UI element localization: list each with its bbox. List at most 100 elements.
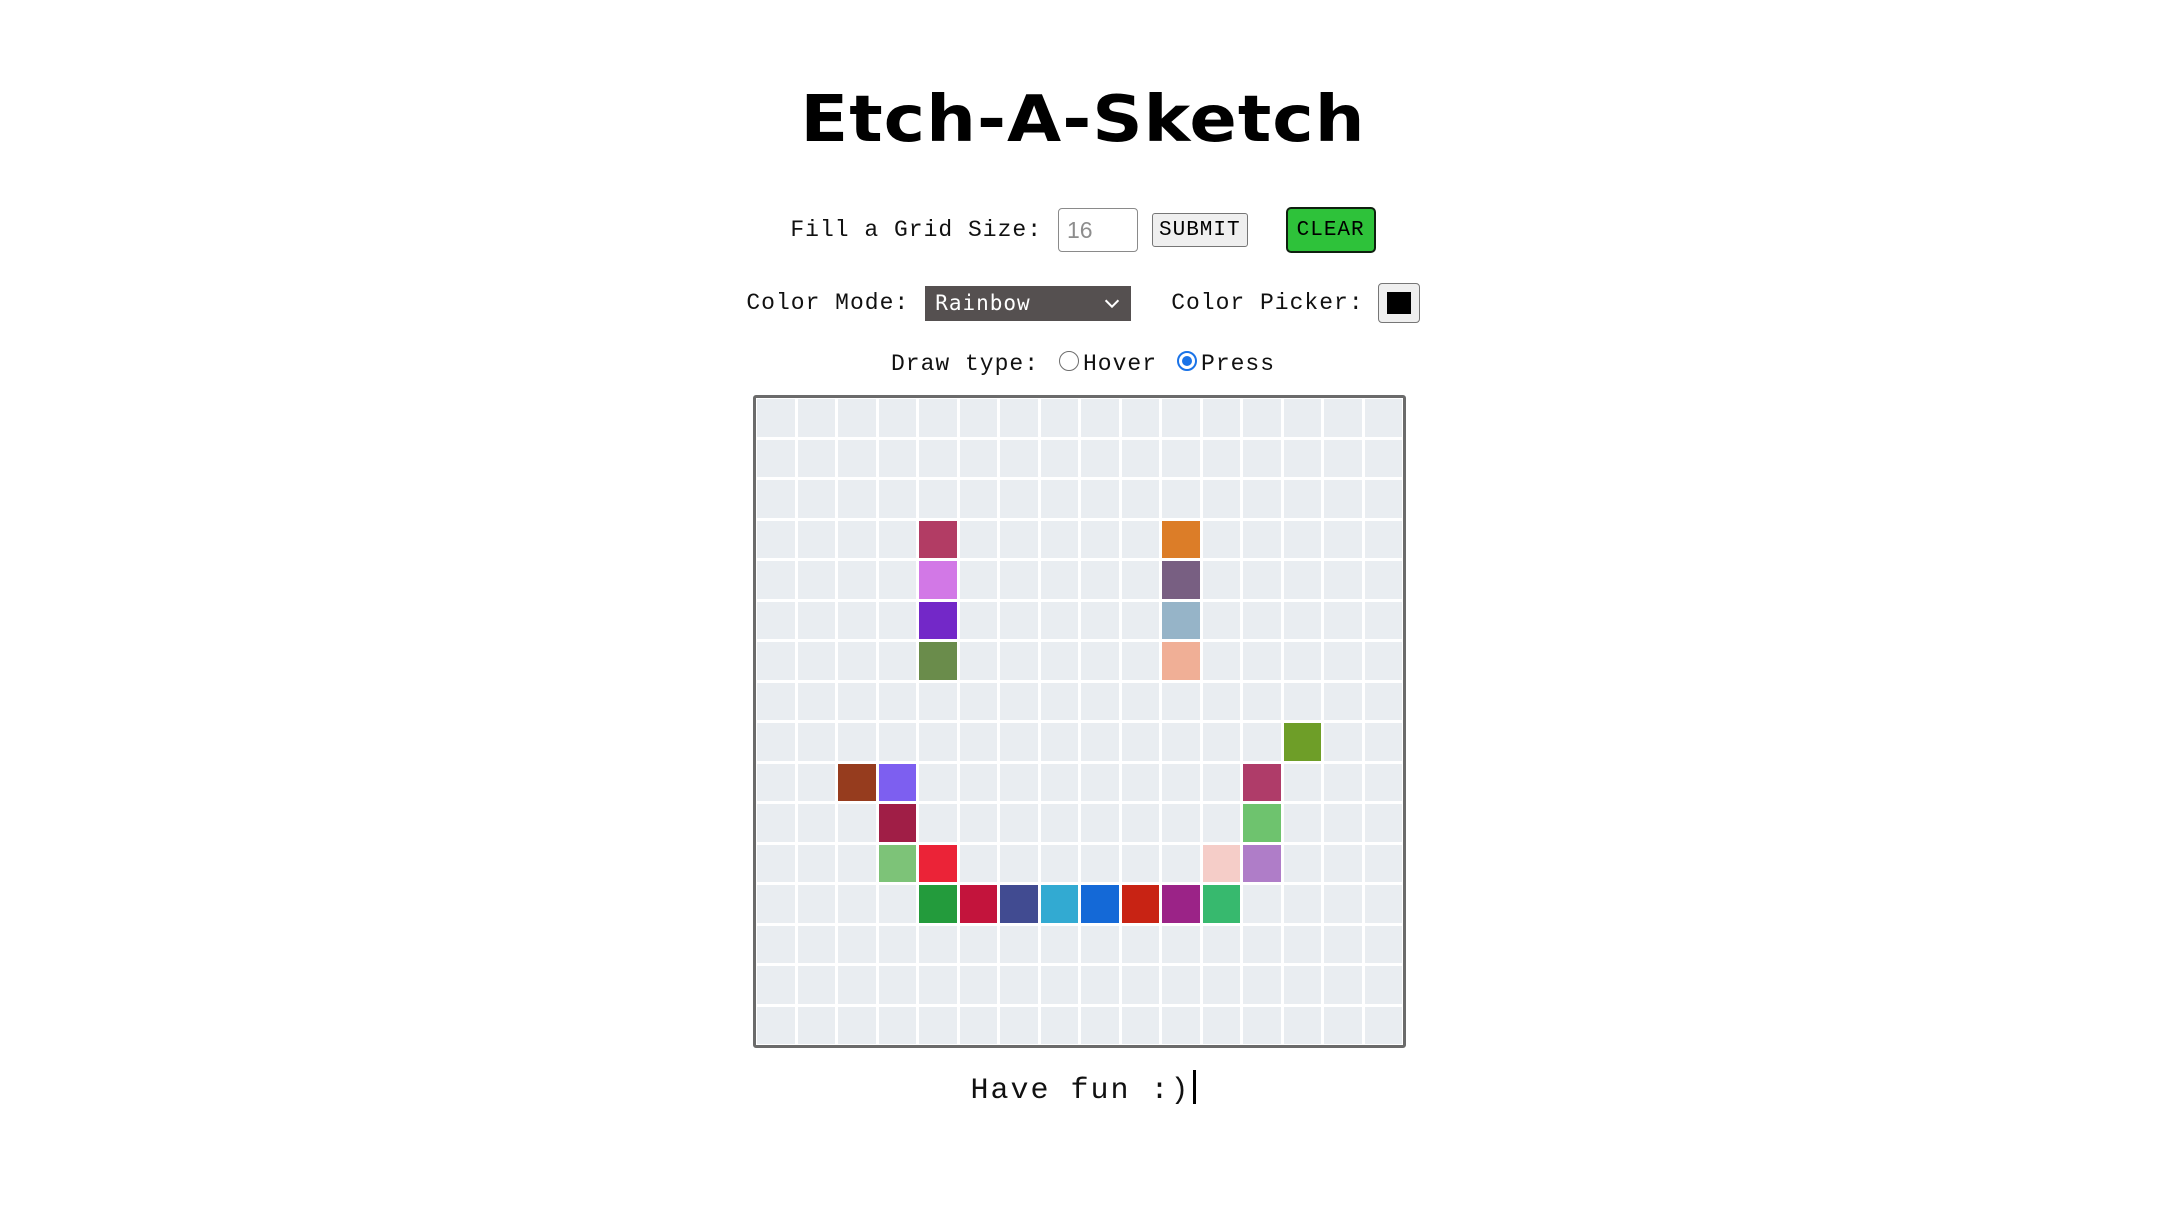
grid-cell[interactable] [1243,561,1281,599]
grid-cell[interactable] [838,399,876,437]
grid-cell[interactable] [878,480,916,518]
grid-cell[interactable] [757,439,795,477]
grid-cell[interactable] [1040,682,1078,720]
grid-cell[interactable] [919,763,957,801]
grid-cell[interactable] [1000,925,1038,963]
grid-cell[interactable] [1040,804,1078,842]
sketch-grid[interactable] [753,395,1406,1048]
grid-cell[interactable] [1364,642,1402,680]
grid-cell[interactable] [919,480,957,518]
grid-cell[interactable] [1081,642,1119,680]
grid-cell[interactable] [959,723,997,761]
grid-cell[interactable] [1000,763,1038,801]
grid-cell[interactable] [1081,966,1119,1004]
grid-cell[interactable] [1000,480,1038,518]
grid-cell[interactable] [1364,723,1402,761]
grid-cell[interactable] [797,966,835,1004]
grid-cell[interactable] [1324,925,1362,963]
grid-cell[interactable] [1364,520,1402,558]
grid-cell[interactable] [1162,804,1200,842]
grid-cell[interactable] [1324,763,1362,801]
grid-cell[interactable] [878,844,916,882]
grid-cell[interactable] [1040,480,1078,518]
grid-cell[interactable] [1324,966,1362,1004]
grid-cell[interactable] [1364,925,1402,963]
grid-cell[interactable] [797,763,835,801]
grid-cell[interactable] [838,804,876,842]
grid-cell[interactable] [1202,925,1240,963]
grid-cell[interactable] [1121,885,1159,923]
grid-cell[interactable] [1202,439,1240,477]
grid-cell[interactable] [1324,480,1362,518]
grid-cell[interactable] [1324,439,1362,477]
grid-cell[interactable] [797,642,835,680]
grid-cell[interactable] [1000,966,1038,1004]
grid-cell[interactable] [959,1006,997,1044]
grid-cell[interactable] [1202,885,1240,923]
grid-cell[interactable] [1364,439,1402,477]
grid-size-input[interactable] [1058,208,1138,252]
grid-cell[interactable] [838,480,876,518]
grid-cell[interactable] [878,399,916,437]
grid-cell[interactable] [1000,520,1038,558]
grid-cell[interactable] [1324,885,1362,923]
grid-cell[interactable] [1283,439,1321,477]
grid-cell[interactable] [1243,804,1281,842]
grid-cell[interactable] [1081,480,1119,518]
grid-cell[interactable] [757,642,795,680]
grid-cell[interactable] [1364,561,1402,599]
grid-cell[interactable] [838,520,876,558]
grid-cell[interactable] [838,561,876,599]
grid-cell[interactable] [878,682,916,720]
grid-cell[interactable] [959,480,997,518]
grid-cell[interactable] [1202,1006,1240,1044]
grid-cell[interactable] [1162,723,1200,761]
grid-cell[interactable] [1324,520,1362,558]
grid-cell[interactable] [1040,885,1078,923]
grid-cell[interactable] [878,1006,916,1044]
grid-cell[interactable] [1364,763,1402,801]
grid-cell[interactable] [757,1006,795,1044]
grid-cell[interactable] [919,439,957,477]
grid-cell[interactable] [1283,1006,1321,1044]
grid-cell[interactable] [1121,966,1159,1004]
grid-cell[interactable] [1364,1006,1402,1044]
grid-cell[interactable] [878,723,916,761]
grid-cell[interactable] [797,804,835,842]
grid-cell[interactable] [797,399,835,437]
grid-cell[interactable] [797,480,835,518]
grid-cell[interactable] [1162,439,1200,477]
grid-cell[interactable] [1243,763,1281,801]
grid-cell[interactable] [919,844,957,882]
grid-cell[interactable] [1040,966,1078,1004]
grid-cell[interactable] [919,642,957,680]
grid-cell[interactable] [1202,480,1240,518]
grid-cell[interactable] [757,399,795,437]
grid-cell[interactable] [1202,966,1240,1004]
grid-cell[interactable] [919,966,957,1004]
grid-cell[interactable] [1243,601,1281,639]
grid-cell[interactable] [919,804,957,842]
grid-cell[interactable] [1000,642,1038,680]
grid-cell[interactable] [1283,682,1321,720]
grid-cell[interactable] [1283,925,1321,963]
grid-cell[interactable] [757,885,795,923]
grid-cell[interactable] [1162,682,1200,720]
grid-cell[interactable] [797,439,835,477]
grid-cell[interactable] [878,966,916,1004]
grid-cell[interactable] [1162,1006,1200,1044]
color-mode-select[interactable]: Rainbow [925,285,1132,321]
grid-cell[interactable] [1283,642,1321,680]
grid-cell[interactable] [1364,885,1402,923]
grid-cell[interactable] [838,439,876,477]
grid-cell[interactable] [838,885,876,923]
grid-cell[interactable] [959,925,997,963]
grid-cell[interactable] [757,601,795,639]
grid-cell[interactable] [1081,601,1119,639]
grid-cell[interactable] [878,804,916,842]
grid-cell[interactable] [919,925,957,963]
grid-cell[interactable] [878,561,916,599]
grid-cell[interactable] [838,966,876,1004]
grid-cell[interactable] [959,885,997,923]
grid-cell[interactable] [797,723,835,761]
